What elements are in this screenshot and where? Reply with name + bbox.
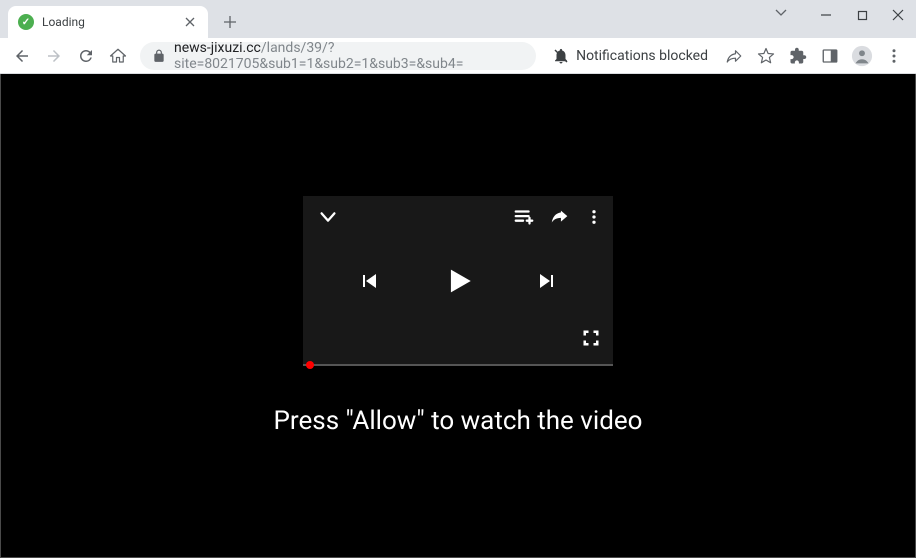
playlist-add-icon[interactable] (513, 206, 535, 228)
maximize-window-button[interactable] (844, 0, 880, 30)
next-track-icon[interactable] (535, 269, 559, 293)
minimize-window-button[interactable] (808, 0, 844, 30)
progress-bar[interactable] (303, 364, 613, 366)
back-button[interactable] (8, 42, 36, 70)
play-icon[interactable] (441, 264, 475, 298)
tab-favicon: ✓ (18, 14, 34, 30)
window-titlebar: ✓ Loading (0, 0, 916, 38)
menu-button[interactable] (880, 42, 908, 70)
page-content: Press "Allow" to watch the video (0, 74, 916, 558)
player-controls (303, 264, 613, 298)
bell-off-icon (552, 47, 570, 65)
new-tab-button[interactable] (216, 8, 244, 36)
lock-icon (152, 49, 166, 63)
fake-video-player (303, 196, 613, 366)
collapse-icon[interactable] (317, 206, 339, 228)
instruction-text: Press "Allow" to watch the video (274, 406, 643, 436)
home-button[interactable] (104, 42, 132, 70)
address-bar: news-jixuzi.cc/lands/39/?site=8021705&su… (0, 38, 916, 74)
tab-search-button[interactable] (774, 5, 788, 19)
close-window-button[interactable] (880, 0, 916, 30)
player-top-bar (317, 206, 603, 228)
fullscreen-icon[interactable] (581, 328, 601, 348)
tab-title: Loading (42, 15, 182, 29)
browser-tab[interactable]: ✓ Loading (8, 6, 208, 38)
bookmark-button[interactable] (752, 42, 780, 70)
url-text: news-jixuzi.cc/lands/39/?site=8021705&su… (174, 40, 524, 72)
previous-track-icon[interactable] (357, 269, 381, 293)
extensions-button[interactable] (784, 42, 812, 70)
omnibox[interactable]: news-jixuzi.cc/lands/39/?site=8021705&su… (140, 42, 536, 70)
notifications-blocked-indicator[interactable]: Notifications blocked (544, 42, 716, 70)
more-icon[interactable] (585, 208, 603, 226)
progress-thumb[interactable] (306, 361, 314, 369)
notifications-blocked-label: Notifications blocked (576, 48, 708, 64)
url-domain: news-jixuzi.cc (174, 40, 261, 56)
window-controls (808, 0, 916, 30)
share-icon[interactable] (549, 206, 571, 228)
reload-button[interactable] (72, 42, 100, 70)
profile-button[interactable] (848, 42, 876, 70)
close-tab-button[interactable] (182, 14, 198, 30)
share-button[interactable] (720, 42, 748, 70)
forward-button[interactable] (40, 42, 68, 70)
side-panel-button[interactable] (816, 42, 844, 70)
